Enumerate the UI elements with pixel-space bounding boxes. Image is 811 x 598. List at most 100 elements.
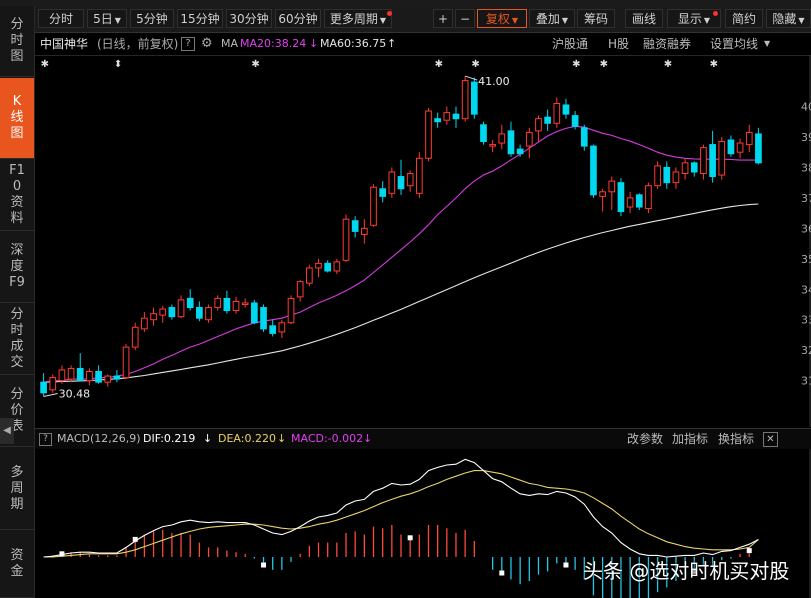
zoom-in-button[interactable]: + xyxy=(433,9,453,28)
ma-label: MA xyxy=(221,37,239,50)
candle-body xyxy=(141,317,148,330)
candle-body xyxy=(67,367,75,380)
signal-marker-icon xyxy=(407,535,413,541)
candle-body xyxy=(104,375,112,383)
ma20-value: MA20:38.24 xyxy=(240,37,307,50)
set-ma-button[interactable]: 设置均线 xyxy=(710,33,758,55)
candle-body xyxy=(260,307,267,330)
switch-indicator-button[interactable]: 换指标 xyxy=(718,429,754,449)
link-hk-connect[interactable]: 沪股通 xyxy=(552,33,588,55)
zoom-out-button[interactable]: − xyxy=(455,9,475,28)
kline-chart[interactable]: 40 39 38 37 36 35 34 33 32 31 ✱ ⬍ ✱ ✱ ✱ ✱ ✱ ✱ ✱ 41.00 30.48 xyxy=(35,55,811,427)
period-timeshare-button[interactable]: 分时 xyxy=(38,9,84,28)
candle-body xyxy=(388,171,396,194)
period-note: (日线，前复权) xyxy=(97,37,179,51)
collapse-left-icon[interactable]: ◀ xyxy=(0,418,14,444)
arrow-up-icon: ↑ xyxy=(387,37,397,50)
candle-body xyxy=(507,130,515,155)
period-30min-button[interactable]: 30分钟 xyxy=(226,9,272,28)
price-tick-label: 35 xyxy=(801,253,811,266)
candle-body xyxy=(745,131,753,146)
price-tick-label: 39 xyxy=(801,131,811,144)
close-icon[interactable]: ✕ xyxy=(763,432,778,447)
period-5day-button[interactable]: 5日 ▼ xyxy=(87,9,127,28)
link-h-share[interactable]: H股 xyxy=(608,33,629,55)
watermark: 头条 @选对时机买对股 xyxy=(583,559,790,583)
hide-button[interactable]: 隐藏 ▼ xyxy=(766,9,811,28)
period-5min-button[interactable]: 5分钟 xyxy=(130,9,174,28)
draw-line-button[interactable]: 画线 xyxy=(625,9,663,28)
hide-label: 隐藏 xyxy=(772,12,797,26)
period-5day-label: 5日 xyxy=(93,12,113,26)
candle-body xyxy=(315,262,322,269)
low-label-pointer xyxy=(43,392,58,397)
sidebar-item-tick-trades[interactable]: 分时成交 xyxy=(0,304,34,375)
candle-body xyxy=(736,142,744,153)
event-marker-icon: ✱ xyxy=(251,59,259,70)
help-icon[interactable]: ? xyxy=(39,433,52,446)
macd-header: ? MACD(12,26,9) DIF:0.219 ↓ DEA:0.220 ↓ … xyxy=(35,428,811,449)
edit-params-button[interactable]: 改参数 xyxy=(627,429,663,449)
chips-button[interactable]: 筹码 xyxy=(577,9,615,28)
price-tick-label: 34 xyxy=(801,283,811,296)
candle-body xyxy=(489,144,496,147)
candle-body xyxy=(131,326,139,348)
arrow-down-icon: ↓ xyxy=(277,432,287,445)
overlay-label: 叠加 xyxy=(535,12,560,26)
candle-body xyxy=(168,307,176,318)
candle-body xyxy=(269,325,277,334)
sidebar-item-capital[interactable]: 资金 xyxy=(0,531,34,598)
candle-body xyxy=(159,308,167,316)
candle-body xyxy=(608,180,616,193)
adjust-button[interactable]: 复权 ▼ xyxy=(477,9,527,28)
candle-body xyxy=(406,173,414,187)
settings-gear-icon[interactable]: ⚙ xyxy=(201,33,213,55)
ma60-line xyxy=(43,203,759,383)
period-15min-button[interactable]: 15分钟 xyxy=(177,9,223,28)
event-marker-icon: ✱ xyxy=(664,59,672,70)
overlay-button[interactable]: 叠加 ▼ xyxy=(529,9,575,28)
candle-body xyxy=(617,182,625,213)
price-tick-label: 36 xyxy=(801,222,811,235)
sidebar-item-f10[interactable]: F10资料 xyxy=(0,160,34,231)
candle-body xyxy=(415,157,423,194)
candle-body xyxy=(40,381,47,394)
candle-body xyxy=(599,191,606,197)
sidebar-item-label: F10资料 xyxy=(9,163,25,226)
candle-body xyxy=(544,116,551,124)
period-60min-button[interactable]: 60分钟 xyxy=(275,9,321,28)
candle-body xyxy=(718,141,726,176)
macd-value: MACD:-0.002 xyxy=(291,432,364,445)
low-price-label: 30.48 xyxy=(59,387,90,400)
sidebar-item-kline[interactable]: K线图 xyxy=(0,78,34,159)
signal-marker-icon xyxy=(261,562,267,568)
chevron-down-icon: ▼ xyxy=(703,16,711,25)
sidebar-item-depth[interactable]: 深度F9 xyxy=(0,232,34,303)
simple-mode-button[interactable]: 简约 xyxy=(725,9,763,28)
candle-body xyxy=(434,118,441,123)
candle-body xyxy=(672,171,680,184)
candle-body xyxy=(425,110,432,159)
chevron-down-icon: ▼ xyxy=(379,16,387,25)
chart-info-bar: 中国神华 (日线，前复权) ? ⚙ MA MA20:38.24 ↓ MA60:3… xyxy=(35,33,811,56)
sidebar-item-label: 深度F9 xyxy=(9,243,25,290)
candle-body xyxy=(470,81,478,115)
signal-marker-icon xyxy=(132,536,138,542)
sidebar-item-timeshare[interactable]: 分时图 xyxy=(0,6,34,77)
candle-body xyxy=(663,166,671,184)
candle-body xyxy=(590,145,597,196)
help-icon[interactable]: ? xyxy=(181,37,195,51)
chevron-down-icon: ▼ xyxy=(798,16,805,25)
candle-body xyxy=(351,220,359,232)
candle-body xyxy=(223,297,231,312)
signal-marker-icon xyxy=(563,562,569,568)
candle-body xyxy=(690,162,698,173)
more-periods-button[interactable]: 更多周期 ▼ xyxy=(324,9,392,28)
sidebar-item-multi-period[interactable]: 多周期 xyxy=(0,448,34,530)
add-indicator-button[interactable]: 加指标 xyxy=(672,429,708,449)
signal-marker-icon xyxy=(59,551,65,557)
candle-body xyxy=(177,299,185,318)
candle-body xyxy=(700,147,707,175)
event-marker-icon: ✱ xyxy=(600,59,608,70)
link-margin[interactable]: 融资融券 xyxy=(643,33,691,55)
